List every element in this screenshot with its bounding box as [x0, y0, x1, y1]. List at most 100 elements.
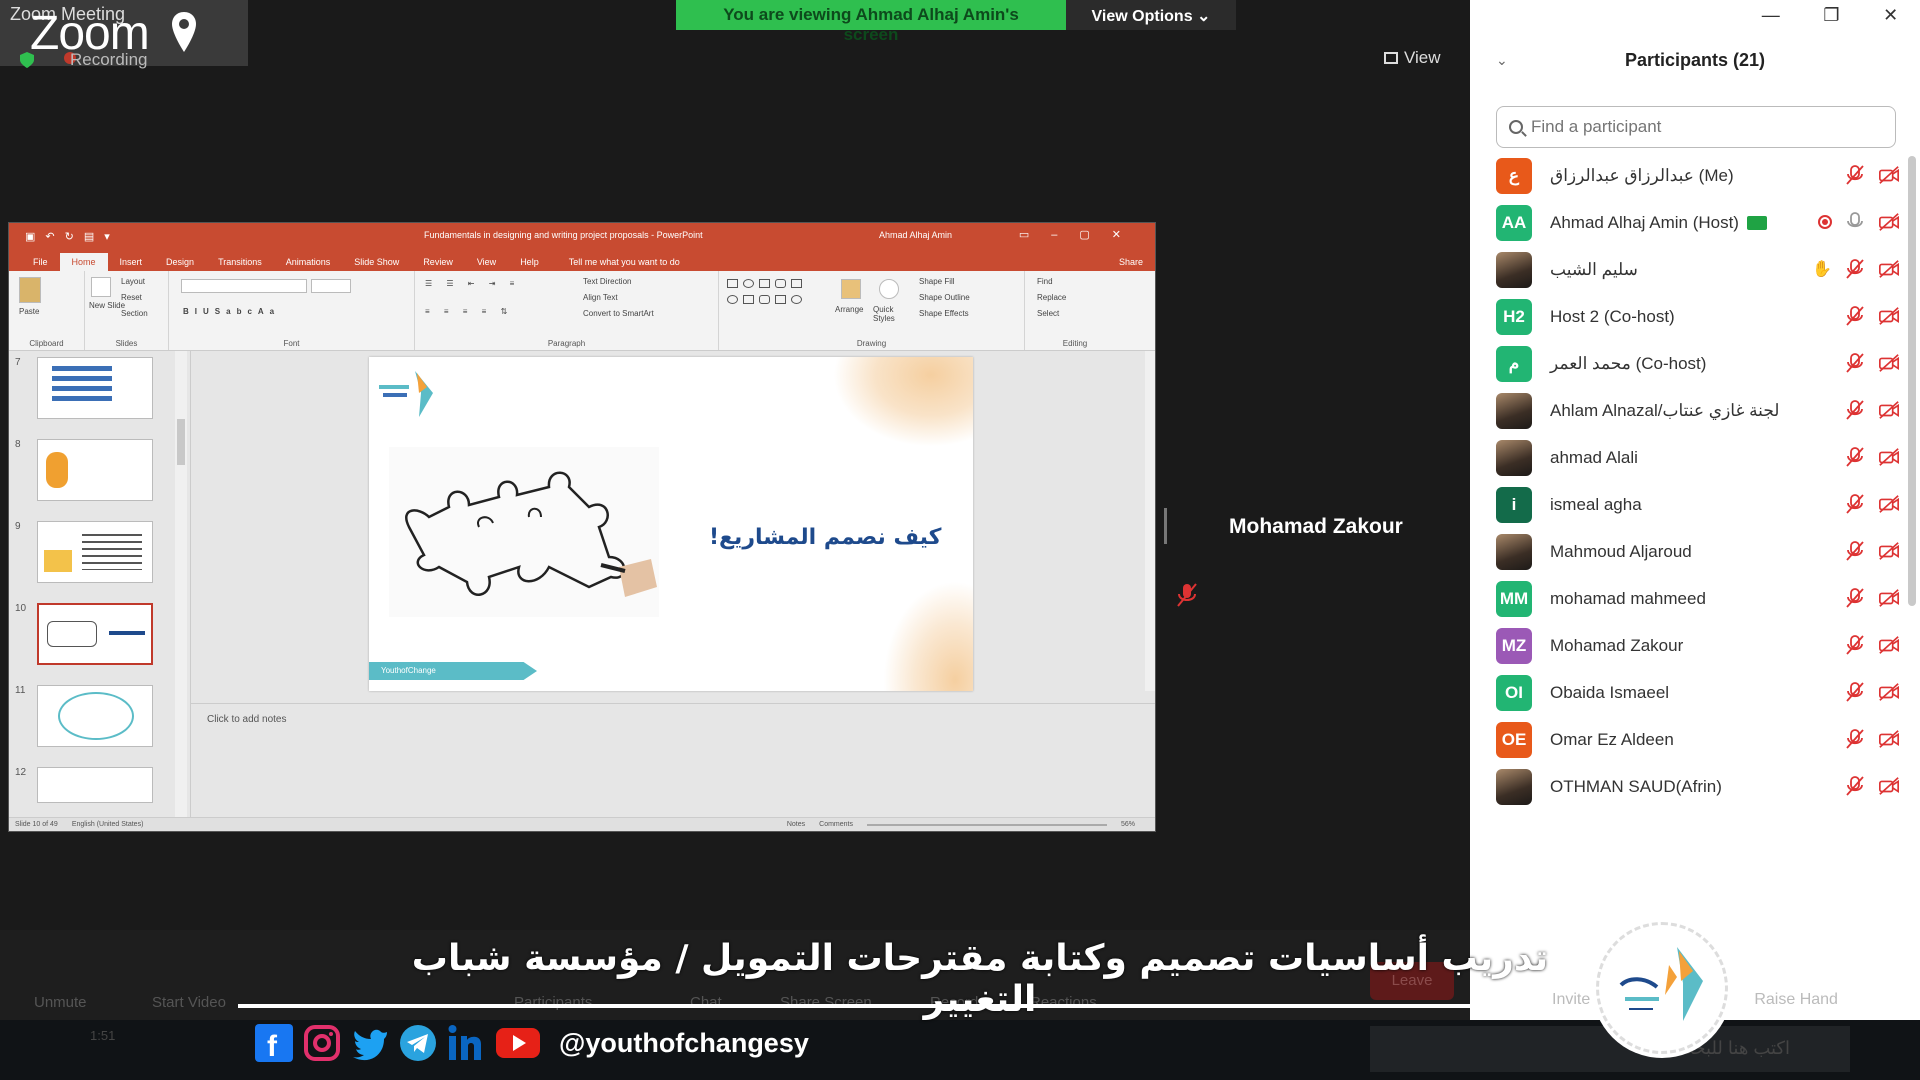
- shape-icon[interactable]: [727, 279, 738, 288]
- slide-thumbnail[interactable]: [37, 439, 153, 501]
- video-off-icon[interactable]: [1878, 164, 1900, 186]
- shape-icon[interactable]: [727, 295, 738, 304]
- slide-thumbnail[interactable]: [37, 767, 153, 803]
- tab-file[interactable]: File: [21, 253, 60, 271]
- start-video-button[interactable]: Start Video: [152, 994, 226, 1011]
- video-off-icon[interactable]: [1878, 352, 1900, 374]
- video-off-icon[interactable]: [1878, 587, 1900, 609]
- replace-label[interactable]: Replace: [1037, 293, 1066, 302]
- new-slide-icon[interactable]: [91, 277, 111, 297]
- video-off-icon[interactable]: [1878, 305, 1900, 327]
- section-label[interactable]: Section: [121, 309, 148, 318]
- slide-thumbnail[interactable]: [37, 521, 153, 583]
- convert-smartart-label[interactable]: Convert to SmartArt: [583, 309, 654, 318]
- muted-mic-icon[interactable]: [1844, 540, 1866, 562]
- shape-icon[interactable]: [775, 279, 786, 288]
- slide-thumbnail-selected[interactable]: [37, 603, 153, 665]
- zoom-slider[interactable]: [866, 823, 1107, 826]
- tab-insert[interactable]: Insert: [108, 253, 155, 271]
- video-off-icon[interactable]: [1878, 211, 1900, 233]
- quick-styles-label[interactable]: Quick Styles: [873, 305, 913, 323]
- participant-row[interactable]: H2 Host 2 (Co-host): [1496, 297, 1900, 337]
- taskbar-clock[interactable]: 1:51: [90, 1026, 115, 1046]
- shape-icon[interactable]: [791, 295, 802, 304]
- muted-mic-icon[interactable]: [1844, 587, 1866, 609]
- participant-row[interactable]: AA Ahmad Alhaj Amin (Host): [1496, 203, 1900, 243]
- tab-transitions[interactable]: Transitions: [206, 253, 274, 271]
- participant-row[interactable]: Mahmoud Aljaroud: [1496, 532, 1900, 572]
- muted-mic-icon[interactable]: [1844, 681, 1866, 703]
- tab-home[interactable]: Home: [59, 253, 108, 271]
- participant-search[interactable]: [1496, 106, 1896, 148]
- muted-mic-icon[interactable]: [1844, 634, 1866, 656]
- list-icons[interactable]: ☰ ☰ ⇤ ⇥ ≡: [425, 279, 520, 288]
- language-status[interactable]: English (United States): [72, 821, 144, 828]
- restore-icon[interactable]: ❐: [1823, 5, 1839, 26]
- muted-mic-icon[interactable]: [1844, 399, 1866, 421]
- comments-toggle[interactable]: Comments: [819, 821, 853, 828]
- participant-row[interactable]: MZ Mohamad Zakour: [1496, 626, 1900, 666]
- muted-mic-icon[interactable]: [1844, 728, 1866, 750]
- video-off-icon[interactable]: [1878, 775, 1900, 797]
- font-format-icons[interactable]: BIUSabcAa: [183, 307, 280, 316]
- text-direction-label[interactable]: Text Direction: [583, 277, 631, 286]
- participant-row[interactable]: i ismeal agha: [1496, 485, 1900, 525]
- font-size-box[interactable]: [311, 279, 351, 293]
- video-off-icon[interactable]: [1878, 540, 1900, 562]
- paste-label[interactable]: Paste: [19, 307, 39, 316]
- tab-view[interactable]: View: [465, 253, 508, 271]
- quick-access-icons[interactable]: ▣↶↻▤▾: [25, 230, 120, 243]
- select-label[interactable]: Select: [1037, 309, 1059, 318]
- current-slide[interactable]: كيف نصمم المشاريع! YouthofChange: [369, 357, 973, 691]
- muted-mic-icon[interactable]: [1844, 493, 1866, 515]
- arrange-label[interactable]: Arrange: [835, 305, 863, 314]
- muted-mic-icon[interactable]: [1844, 446, 1866, 468]
- participant-row[interactable]: ع عبدالرزاق عبدالرزاق (Me): [1496, 156, 1900, 196]
- shape-fill-label[interactable]: Shape Fill: [919, 277, 955, 286]
- participant-row[interactable]: MM mohamad mahmeed: [1496, 579, 1900, 619]
- view-layout-button[interactable]: View: [1384, 48, 1441, 68]
- shape-icon[interactable]: [759, 295, 770, 304]
- shape-icon[interactable]: [775, 295, 786, 304]
- muted-mic-icon[interactable]: [1844, 352, 1866, 374]
- shape-outline-label[interactable]: Shape Outline: [919, 293, 970, 302]
- find-label[interactable]: Find: [1037, 277, 1053, 286]
- slide-thumbnail[interactable]: [37, 357, 153, 419]
- participant-list-scrollbar[interactable]: [1908, 156, 1916, 606]
- participant-row[interactable]: OTHMAN SAUD(Afrin): [1496, 767, 1900, 807]
- shield-icon[interactable]: [20, 52, 34, 68]
- font-name-box[interactable]: [181, 279, 307, 293]
- arrange-icon[interactable]: [841, 279, 861, 299]
- video-off-icon[interactable]: [1878, 493, 1900, 515]
- shape-icon[interactable]: [759, 279, 770, 288]
- slide-scrollbar[interactable]: [1145, 351, 1155, 691]
- quick-styles-icon[interactable]: [879, 279, 899, 299]
- participant-row[interactable]: م محمد العمر (Co-host): [1496, 344, 1900, 384]
- participant-row[interactable]: OI Obaida Ismaeel: [1496, 673, 1900, 713]
- ppt-window-controls[interactable]: ▭–▢✕: [1019, 228, 1143, 241]
- participant-row[interactable]: Ahlam Alnazal/لجنة غازي عنتاب: [1496, 391, 1900, 431]
- shape-icon[interactable]: [743, 295, 754, 304]
- shape-icon[interactable]: [743, 279, 754, 288]
- tab-review[interactable]: Review: [411, 253, 465, 271]
- paste-icon[interactable]: [19, 277, 41, 303]
- participant-row[interactable]: OE Omar Ez Aldeen: [1496, 720, 1900, 760]
- split-handle[interactable]: [1164, 508, 1167, 544]
- video-off-icon[interactable]: [1878, 399, 1900, 421]
- mic-icon[interactable]: [1844, 211, 1866, 233]
- view-options-button[interactable]: View Options ⌄: [1066, 0, 1236, 30]
- notes-toggle[interactable]: Notes: [787, 821, 805, 828]
- participant-row[interactable]: ahmad Alali: [1496, 438, 1900, 478]
- slide-thumbnail[interactable]: [37, 685, 153, 747]
- tab-animations[interactable]: Animations: [274, 253, 343, 271]
- muted-mic-icon[interactable]: [1844, 258, 1866, 280]
- share-button[interactable]: Share: [1107, 253, 1155, 271]
- align-icons[interactable]: ≡ ≡ ≡ ≡ ⇅: [425, 307, 513, 316]
- new-slide-label[interactable]: New Slide: [89, 301, 125, 310]
- reset-label[interactable]: Reset: [121, 293, 142, 302]
- align-text-label[interactable]: Align Text: [583, 293, 618, 302]
- unmute-button[interactable]: Unmute: [34, 994, 87, 1011]
- thumbnails-scrollbar[interactable]: [175, 351, 187, 817]
- video-off-icon[interactable]: [1878, 634, 1900, 656]
- video-off-icon[interactable]: [1878, 258, 1900, 280]
